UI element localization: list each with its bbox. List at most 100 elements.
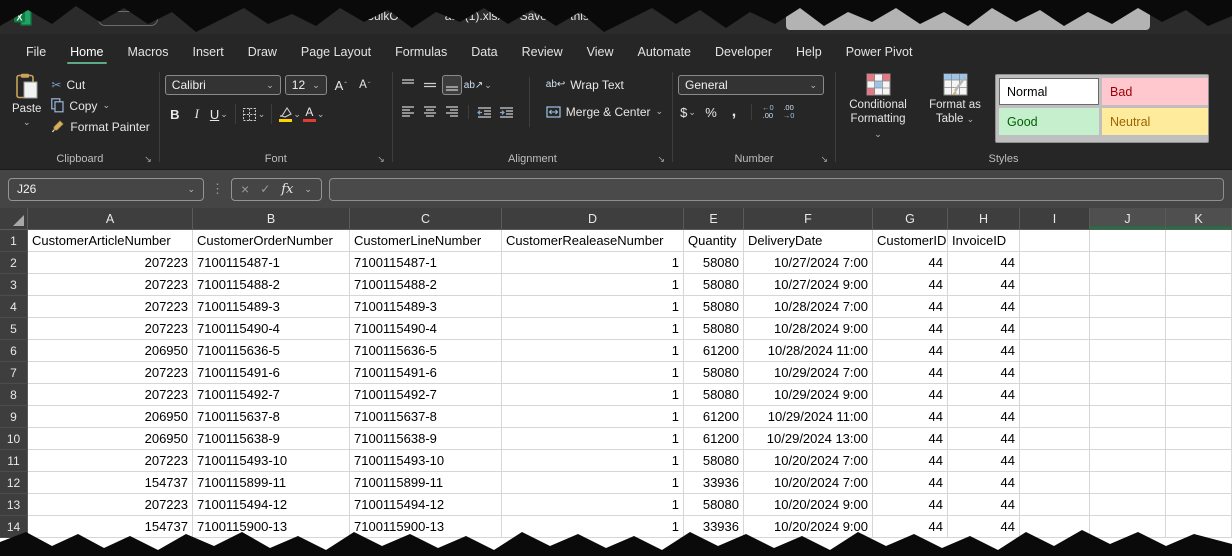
cell-G12[interactable]: 44 <box>873 472 948 494</box>
cell-K14[interactable] <box>1166 516 1232 538</box>
cell-J2[interactable] <box>1090 252 1166 274</box>
insert-function-icon[interactable]: fx <box>281 182 293 197</box>
cell-C11[interactable]: 7100115493-10 <box>350 450 502 472</box>
cell-A3[interactable]: 207223 <box>28 274 193 296</box>
align-center-button[interactable] <box>420 102 440 122</box>
copy-button[interactable]: Copy ⌄ <box>47 96 153 115</box>
clipboard-dialog-launcher-icon[interactable]: ↘ <box>144 154 152 165</box>
cell-F14[interactable]: 10/20/2024 9:00 <box>744 516 873 538</box>
row-header-5[interactable]: 5 <box>0 318 28 340</box>
cell-K5[interactable] <box>1166 318 1232 340</box>
cell-E12[interactable]: 33936 <box>684 472 744 494</box>
name-box-chevron-icon[interactable]: ⌄ <box>187 185 195 194</box>
row-header-11[interactable]: 11 <box>0 450 28 472</box>
cell-K6[interactable] <box>1166 340 1232 362</box>
cell-A6[interactable]: 206950 <box>28 340 193 362</box>
cell-J3[interactable] <box>1090 274 1166 296</box>
cell-I12[interactable] <box>1020 472 1090 494</box>
cell-D11[interactable]: 1 <box>502 450 684 472</box>
tab-home[interactable]: Home <box>58 39 115 66</box>
cell-J5[interactable] <box>1090 318 1166 340</box>
cell-I9[interactable] <box>1020 406 1090 428</box>
increase-indent-button[interactable] <box>497 102 517 122</box>
cell-J1[interactable] <box>1090 230 1166 252</box>
cell-K2[interactable] <box>1166 252 1232 274</box>
cell-D10[interactable]: 1 <box>502 428 684 450</box>
cell-E4[interactable]: 58080 <box>684 296 744 318</box>
cell-D7[interactable]: 1 <box>502 362 684 384</box>
cell-G1[interactable]: CustomerID <box>873 230 948 252</box>
tab-automate[interactable]: Automate <box>626 39 704 66</box>
cell-J6[interactable] <box>1090 340 1166 362</box>
cell-H5[interactable]: 44 <box>948 318 1020 340</box>
cell-B13[interactable]: 7100115494-12 <box>193 494 350 516</box>
cell-H7[interactable]: 44 <box>948 362 1020 384</box>
cell-K8[interactable] <box>1166 384 1232 406</box>
cell-G5[interactable]: 44 <box>873 318 948 340</box>
cell-C7[interactable]: 7100115491-6 <box>350 362 502 384</box>
title-chevron-down-icon[interactable]: ⌄ <box>601 10 610 23</box>
cell-H12[interactable]: 44 <box>948 472 1020 494</box>
style-good[interactable]: Good <box>999 108 1099 135</box>
tab-help[interactable]: Help <box>784 39 834 66</box>
cell-G3[interactable]: 44 <box>873 274 948 296</box>
tab-macros[interactable]: Macros <box>116 39 181 66</box>
cell-B12[interactable]: 7100115899-11 <box>193 472 350 494</box>
cell-E13[interactable]: 58080 <box>684 494 744 516</box>
font-name-select[interactable]: Calibri ⌄ <box>165 75 281 95</box>
row-header-6[interactable]: 6 <box>0 340 28 362</box>
cell-B11[interactable]: 7100115493-10 <box>193 450 350 472</box>
cell-G8[interactable]: 44 <box>873 384 948 406</box>
cell-B4[interactable]: 7100115489-3 <box>193 296 350 318</box>
search-box-fragment[interactable] <box>786 7 1150 30</box>
select-all-corner[interactable] <box>0 208 28 230</box>
cell-I8[interactable] <box>1020 384 1090 406</box>
cell-D4[interactable]: 1 <box>502 296 684 318</box>
cell-F7[interactable]: 10/29/2024 7:00 <box>744 362 873 384</box>
column-header-G[interactable]: G <box>873 208 948 230</box>
tab-data[interactable]: Data <box>459 39 509 66</box>
column-header-K[interactable]: K <box>1166 208 1232 230</box>
borders-button[interactable]: ⌄ <box>242 104 266 124</box>
cell-B9[interactable]: 7100115637-8 <box>193 406 350 428</box>
cell-D5[interactable]: 1 <box>502 318 684 340</box>
cell-K11[interactable] <box>1166 450 1232 472</box>
grow-font-button[interactable]: Aˆ <box>331 75 351 95</box>
cell-E9[interactable]: 61200 <box>684 406 744 428</box>
cell-I11[interactable] <box>1020 450 1090 472</box>
cell-I2[interactable] <box>1020 252 1090 274</box>
row-header-14[interactable]: 14 <box>0 516 28 538</box>
cell-E11[interactable]: 58080 <box>684 450 744 472</box>
enter-icon[interactable]: ✓ <box>260 182 270 196</box>
column-header-D[interactable]: D <box>502 208 684 230</box>
cell-F1[interactable]: DeliveryDate <box>744 230 873 252</box>
cell-H8[interactable]: 44 <box>948 384 1020 406</box>
row-header-13[interactable]: 13 <box>0 494 28 516</box>
cell-J12[interactable] <box>1090 472 1166 494</box>
underline-button[interactable]: U⌄ <box>209 104 229 124</box>
cell-J8[interactable] <box>1090 384 1166 406</box>
row-header-12[interactable]: 12 <box>0 472 28 494</box>
cell-C10[interactable]: 7100115638-9 <box>350 428 502 450</box>
cell-D2[interactable]: 1 <box>502 252 684 274</box>
cancel-icon[interactable]: × <box>241 181 249 197</box>
cell-G4[interactable]: 44 <box>873 296 948 318</box>
cell-C13[interactable]: 7100115494-12 <box>350 494 502 516</box>
cell-D6[interactable]: 1 <box>502 340 684 362</box>
cell-I1[interactable] <box>1020 230 1090 252</box>
cell-F2[interactable]: 10/27/2024 7:00 <box>744 252 873 274</box>
cell-J10[interactable] <box>1090 428 1166 450</box>
cell-G7[interactable]: 44 <box>873 362 948 384</box>
cell-D3[interactable]: 1 <box>502 274 684 296</box>
formula-input[interactable] <box>329 178 1224 201</box>
cell-H11[interactable]: 44 <box>948 450 1020 472</box>
cell-H3[interactable]: 44 <box>948 274 1020 296</box>
cell-G2[interactable]: 44 <box>873 252 948 274</box>
percent-button[interactable]: % <box>701 102 721 122</box>
cell-A9[interactable]: 206950 <box>28 406 193 428</box>
tab-file[interactable]: File <box>14 39 58 66</box>
column-header-C[interactable]: C <box>350 208 502 230</box>
cell-A13[interactable]: 207223 <box>28 494 193 516</box>
cell-H2[interactable]: 44 <box>948 252 1020 274</box>
format-painter-button[interactable]: Format Painter <box>47 117 153 136</box>
